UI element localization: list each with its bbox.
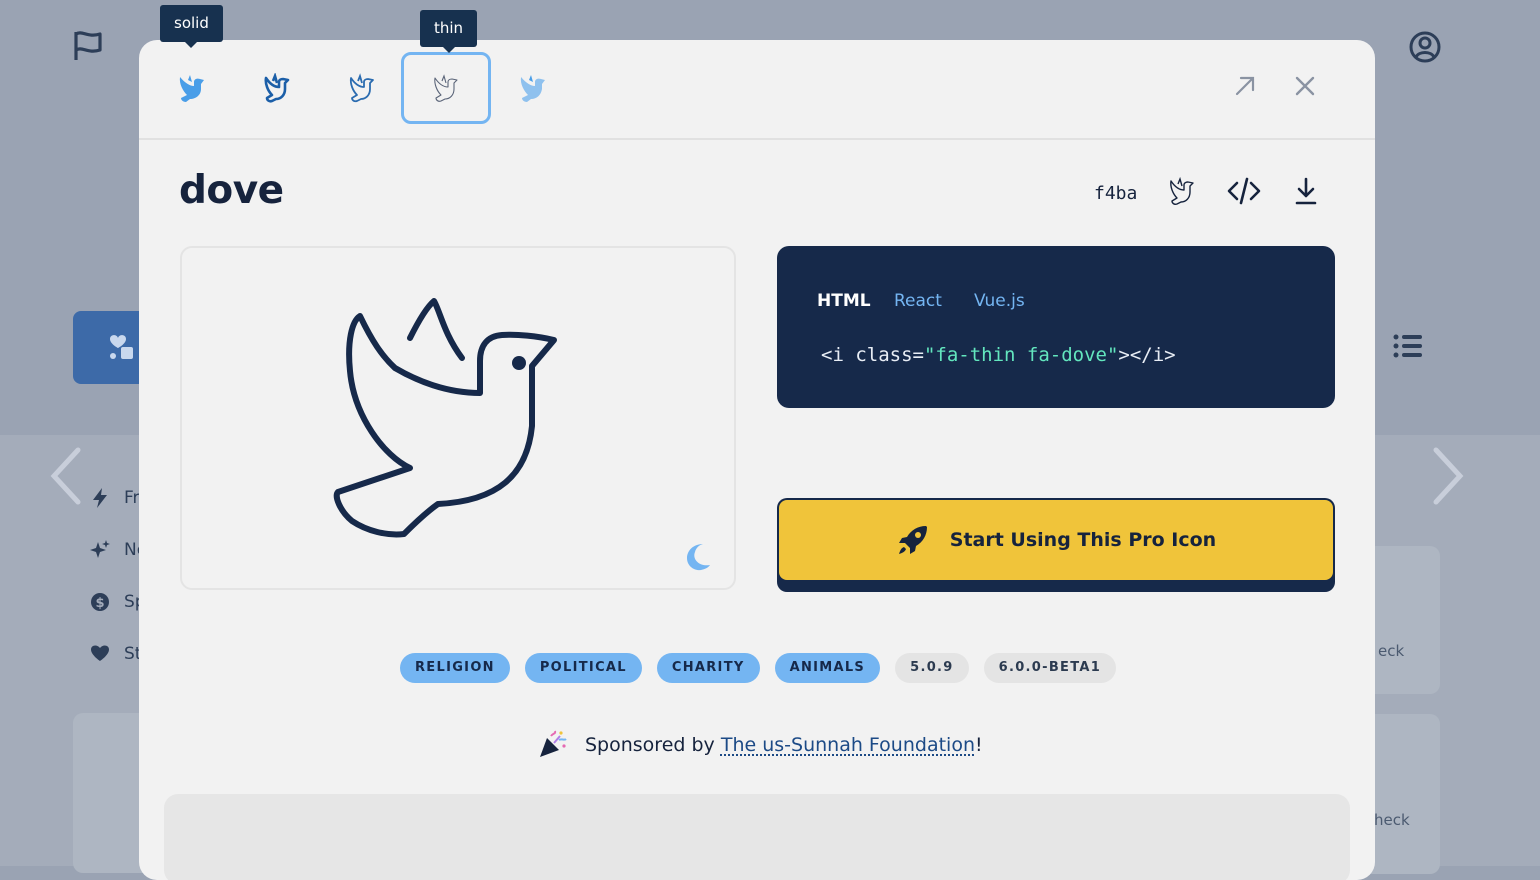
bolt-icon bbox=[90, 488, 110, 508]
dark-mode-toggle-icon[interactable] bbox=[685, 542, 711, 572]
dove-light-icon bbox=[349, 73, 374, 103]
tag-political[interactable]: POLITICAL bbox=[524, 653, 642, 683]
code-suffix: ></i> bbox=[1118, 344, 1176, 366]
version-badge: 6.0.0-BETA1 bbox=[983, 653, 1117, 683]
next-icon-arrow[interactable] bbox=[1428, 444, 1468, 512]
sponsor-line: Sponsored by The us-Sunnah Foundation! bbox=[537, 730, 983, 760]
icon-style-tabs bbox=[139, 40, 1375, 140]
tab-style-regular[interactable] bbox=[232, 52, 322, 124]
sponsor-link[interactable]: The us-Sunnah Foundation bbox=[721, 734, 975, 756]
previous-icon-arrow[interactable] bbox=[46, 444, 86, 512]
sparkles-icon bbox=[90, 540, 110, 560]
code-snippet-panel: HTML React Vue.js <i class="fa-thin fa-d… bbox=[777, 246, 1335, 408]
code-snippet-line[interactable]: <i class="fa-thin fa-dove"></i> bbox=[821, 344, 1176, 366]
version-badge: 5.0.9 bbox=[895, 653, 969, 683]
download-icon[interactable] bbox=[1294, 176, 1318, 210]
sponsor-prefix: Sponsored by bbox=[585, 734, 721, 756]
dove-preview-icon bbox=[333, 298, 557, 538]
start-using-pro-icon-button[interactable]: Start Using This Pro Icon bbox=[777, 498, 1335, 592]
icon-name-title: dove bbox=[179, 168, 284, 213]
code-icon[interactable] bbox=[1227, 176, 1261, 210]
background-card-label: eck bbox=[1378, 642, 1405, 660]
code-prefix: <i class= bbox=[821, 344, 924, 366]
heart-music-icon bbox=[110, 335, 133, 359]
copy-glyph-icon[interactable] bbox=[1167, 176, 1197, 210]
background-card-label: heck bbox=[1374, 811, 1410, 829]
dollar-icon: $ bbox=[90, 592, 110, 612]
dove-thin-icon bbox=[434, 74, 458, 102]
dove-duotone-icon bbox=[520, 75, 545, 102]
svg-text:$: $ bbox=[95, 596, 104, 611]
tab-style-duotone[interactable] bbox=[488, 52, 578, 124]
sponsor-suffix: ! bbox=[975, 734, 983, 756]
tab-style-solid[interactable] bbox=[147, 52, 237, 124]
sidebar-item-label: Fr bbox=[124, 488, 140, 508]
tooltip-solid: solid bbox=[160, 5, 223, 48]
list-view-icon[interactable] bbox=[1393, 333, 1423, 363]
tab-style-light[interactable] bbox=[317, 52, 407, 124]
dove-solid-icon bbox=[179, 75, 204, 102]
icon-preview-panel bbox=[180, 246, 736, 590]
user-account-icon[interactable] bbox=[1408, 30, 1442, 68]
dove-regular-icon bbox=[264, 73, 290, 103]
flag-logo-icon[interactable] bbox=[72, 30, 106, 66]
cta-face: Start Using This Pro Icon bbox=[779, 500, 1333, 580]
tooltip-thin: thin bbox=[420, 10, 478, 53]
sponsor-text: Sponsored by The us-Sunnah Foundation! bbox=[585, 734, 983, 756]
heart-icon bbox=[90, 644, 110, 662]
tab-html[interactable]: HTML bbox=[817, 291, 871, 311]
icon-tags: RELIGION POLITICAL CHARITY ANIMALS 5.0.9… bbox=[400, 653, 1117, 683]
tab-react[interactable]: React bbox=[894, 291, 942, 311]
tag-animals[interactable]: ANIMALS bbox=[774, 653, 881, 683]
rocket-icon bbox=[898, 526, 927, 554]
tag-charity[interactable]: CHARITY bbox=[656, 653, 760, 683]
icon-detail-modal: dove f4ba HTML React Vue.js <i class="fa… bbox=[139, 40, 1375, 880]
open-in-new-page-icon[interactable] bbox=[1233, 74, 1257, 102]
code-class-string: "fa-thin fa-dove" bbox=[923, 344, 1119, 366]
cta-label: Start Using This Pro Icon bbox=[949, 529, 1217, 551]
tag-religion[interactable]: RELIGION bbox=[400, 653, 510, 683]
close-icon[interactable] bbox=[1294, 74, 1316, 102]
bottom-content-panel bbox=[164, 794, 1350, 880]
tab-vuejs[interactable]: Vue.js bbox=[974, 291, 1025, 311]
party-popper-icon bbox=[540, 730, 567, 757]
unicode-value[interactable]: f4ba bbox=[1094, 183, 1137, 204]
tab-style-thin[interactable] bbox=[401, 52, 491, 124]
